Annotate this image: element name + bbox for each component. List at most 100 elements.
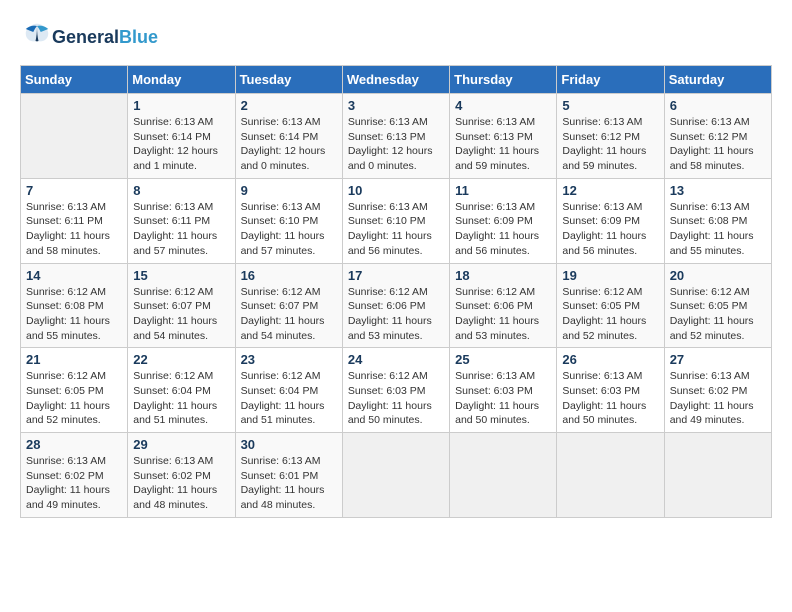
day-info: Sunrise: 6:13 AMSunset: 6:14 PMDaylight:… xyxy=(241,115,337,174)
day-info: Sunrise: 6:13 AMSunset: 6:01 PMDaylight:… xyxy=(241,454,337,513)
day-number: 1 xyxy=(133,98,229,113)
calendar-day-cell: 21Sunrise: 6:12 AMSunset: 6:05 PMDayligh… xyxy=(21,348,128,433)
day-number: 5 xyxy=(562,98,658,113)
calendar-day-cell: 12 Sunrise: 6:13 AMSunset: 6:09 PMDayligh… xyxy=(557,178,664,263)
day-number: 3 xyxy=(348,98,444,113)
calendar-table: SundayMondayTuesdayWednesdayThursdayFrid… xyxy=(20,65,772,518)
calendar-day-cell xyxy=(557,433,664,518)
day-of-week-header: Saturday xyxy=(664,66,771,94)
calendar-day-cell: 6 Sunrise: 6:13 AMSunset: 6:12 PMDaylight… xyxy=(664,94,771,179)
calendar-day-cell: 7 Sunrise: 6:13 AMSunset: 6:11 PMDaylight… xyxy=(21,178,128,263)
day-number: 9 xyxy=(241,183,337,198)
day-of-week-header: Monday xyxy=(128,66,235,94)
day-info: Sunrise: 6:13 AMSunset: 6:11 PMDaylight:… xyxy=(133,200,229,259)
day-number: 19 xyxy=(562,268,658,283)
day-of-week-header: Tuesday xyxy=(235,66,342,94)
calendar-day-cell: 22Sunrise: 6:12 AMSunset: 6:04 PMDayligh… xyxy=(128,348,235,433)
day-number: 16 xyxy=(241,268,337,283)
day-number: 10 xyxy=(348,183,444,198)
day-number: 29 xyxy=(133,437,229,452)
day-info: Sunrise: 6:13 AMSunset: 6:12 PMDaylight:… xyxy=(562,115,658,174)
calendar-week-row: 28 Sunrise: 6:13 AMSunset: 6:02 PMDayligh… xyxy=(21,433,772,518)
day-info: Sunrise: 6:13 AMSunset: 6:14 PMDaylight:… xyxy=(133,115,229,174)
day-info: Sunrise: 6:13 AMSunset: 6:02 PMDaylight:… xyxy=(670,369,766,428)
logo: GeneralBlue xyxy=(20,20,158,55)
day-info: Sunrise: 6:12 AMSunset: 6:05 PMDaylight:… xyxy=(26,369,122,428)
day-info: Sunrise: 6:13 AMSunset: 6:13 PMDaylight:… xyxy=(455,115,551,174)
day-number: 12 xyxy=(562,183,658,198)
day-number: 24 xyxy=(348,352,444,367)
calendar-day-cell: 10 Sunrise: 6:13 AMSunset: 6:10 PMDayligh… xyxy=(342,178,449,263)
day-number: 30 xyxy=(241,437,337,452)
calendar-day-cell: 28Sunrise: 6:13 AMSunset: 6:02 PMDayligh… xyxy=(21,433,128,518)
calendar-day-cell: 26Sunrise: 6:13 AMSunset: 6:03 PMDayligh… xyxy=(557,348,664,433)
calendar-day-cell: 20 Sunrise: 6:12 AMSunset: 6:05 PMDayligh… xyxy=(664,263,771,348)
day-info: Sunrise: 6:13 AMSunset: 6:09 PMDaylight:… xyxy=(455,200,551,259)
calendar-day-cell: 24 Sunrise: 6:12 AMSunset: 6:03 PMDayligh… xyxy=(342,348,449,433)
calendar-day-cell: 17 Sunrise: 6:12 AMSunset: 6:06 PMDayligh… xyxy=(342,263,449,348)
calendar-day-cell: 3 Sunrise: 6:13 AMSunset: 6:13 PMDaylight… xyxy=(342,94,449,179)
calendar-day-cell: 19 Sunrise: 6:12 AMSunset: 6:05 PMDayligh… xyxy=(557,263,664,348)
day-number: 17 xyxy=(348,268,444,283)
day-number: 14 xyxy=(26,268,122,283)
day-info: Sunrise: 6:13 AMSunset: 6:10 PMDaylight:… xyxy=(241,200,337,259)
day-number: 8 xyxy=(133,183,229,198)
calendar-day-cell: 2 Sunrise: 6:13 AMSunset: 6:14 PMDaylight… xyxy=(235,94,342,179)
day-number: 6 xyxy=(670,98,766,113)
day-number: 7 xyxy=(26,183,122,198)
calendar-day-cell: 30 Sunrise: 6:13 AMSunset: 6:01 PMDayligh… xyxy=(235,433,342,518)
calendar-week-row: 21Sunrise: 6:12 AMSunset: 6:05 PMDayligh… xyxy=(21,348,772,433)
day-of-week-header: Thursday xyxy=(450,66,557,94)
day-info: Sunrise: 6:12 AMSunset: 6:08 PMDaylight:… xyxy=(26,285,122,344)
day-of-week-header: Sunday xyxy=(21,66,128,94)
calendar-day-cell: 11 Sunrise: 6:13 AMSunset: 6:09 PMDayligh… xyxy=(450,178,557,263)
calendar-day-cell xyxy=(21,94,128,179)
calendar-day-cell: 4 Sunrise: 6:13 AMSunset: 6:13 PMDaylight… xyxy=(450,94,557,179)
calendar-day-cell: 9 Sunrise: 6:13 AMSunset: 6:10 PMDaylight… xyxy=(235,178,342,263)
day-info: Sunrise: 6:13 AMSunset: 6:09 PMDaylight:… xyxy=(562,200,658,259)
day-number: 4 xyxy=(455,98,551,113)
days-header-row: SundayMondayTuesdayWednesdayThursdayFrid… xyxy=(21,66,772,94)
day-number: 28 xyxy=(26,437,122,452)
calendar-week-row: 7 Sunrise: 6:13 AMSunset: 6:11 PMDaylight… xyxy=(21,178,772,263)
day-info: Sunrise: 6:13 AMSunset: 6:12 PMDaylight:… xyxy=(670,115,766,174)
calendar-day-cell: 29 Sunrise: 6:13 AMSunset: 6:02 PMDayligh… xyxy=(128,433,235,518)
day-info: Sunrise: 6:12 AMSunset: 6:03 PMDaylight:… xyxy=(348,369,444,428)
day-number: 13 xyxy=(670,183,766,198)
day-info: Sunrise: 6:12 AMSunset: 6:04 PMDaylight:… xyxy=(241,369,337,428)
day-number: 2 xyxy=(241,98,337,113)
day-number: 25 xyxy=(455,352,551,367)
day-number: 27 xyxy=(670,352,766,367)
day-info: Sunrise: 6:13 AMSunset: 6:11 PMDaylight:… xyxy=(26,200,122,259)
calendar-day-cell: 27 Sunrise: 6:13 AMSunset: 6:02 PMDayligh… xyxy=(664,348,771,433)
day-of-week-header: Wednesday xyxy=(342,66,449,94)
day-info: Sunrise: 6:13 AMSunset: 6:08 PMDaylight:… xyxy=(670,200,766,259)
logo-bird-icon xyxy=(22,20,52,50)
day-info: Sunrise: 6:13 AMSunset: 6:13 PMDaylight:… xyxy=(348,115,444,174)
day-number: 22 xyxy=(133,352,229,367)
calendar-day-cell: 13 Sunrise: 6:13 AMSunset: 6:08 PMDayligh… xyxy=(664,178,771,263)
day-info: Sunrise: 6:12 AMSunset: 6:05 PMDaylight:… xyxy=(562,285,658,344)
day-info: Sunrise: 6:12 AMSunset: 6:06 PMDaylight:… xyxy=(348,285,444,344)
calendar-day-cell xyxy=(342,433,449,518)
day-info: Sunrise: 6:12 AMSunset: 6:05 PMDaylight:… xyxy=(670,285,766,344)
calendar-day-cell xyxy=(664,433,771,518)
calendar-day-cell: 8 Sunrise: 6:13 AMSunset: 6:11 PMDaylight… xyxy=(128,178,235,263)
calendar-week-row: 14 Sunrise: 6:12 AMSunset: 6:08 PMDayligh… xyxy=(21,263,772,348)
day-info: Sunrise: 6:12 AMSunset: 6:07 PMDaylight:… xyxy=(133,285,229,344)
calendar-day-cell: 1 Sunrise: 6:13 AMSunset: 6:14 PMDaylight… xyxy=(128,94,235,179)
calendar-day-cell: 25Sunrise: 6:13 AMSunset: 6:03 PMDayligh… xyxy=(450,348,557,433)
logo-text: GeneralBlue xyxy=(52,27,158,49)
calendar-day-cell: 14 Sunrise: 6:12 AMSunset: 6:08 PMDayligh… xyxy=(21,263,128,348)
calendar-day-cell: 16 Sunrise: 6:12 AMSunset: 6:07 PMDayligh… xyxy=(235,263,342,348)
day-number: 11 xyxy=(455,183,551,198)
calendar-day-cell xyxy=(450,433,557,518)
day-number: 20 xyxy=(670,268,766,283)
day-info: Sunrise: 6:13 AMSunset: 6:02 PMDaylight:… xyxy=(133,454,229,513)
calendar-day-cell: 5 Sunrise: 6:13 AMSunset: 6:12 PMDaylight… xyxy=(557,94,664,179)
calendar-day-cell: 23Sunrise: 6:12 AMSunset: 6:04 PMDayligh… xyxy=(235,348,342,433)
day-info: Sunrise: 6:13 AMSunset: 6:03 PMDaylight:… xyxy=(562,369,658,428)
day-info: Sunrise: 6:13 AMSunset: 6:10 PMDaylight:… xyxy=(348,200,444,259)
day-info: Sunrise: 6:12 AMSunset: 6:07 PMDaylight:… xyxy=(241,285,337,344)
calendar-day-cell: 18Sunrise: 6:12 AMSunset: 6:06 PMDayligh… xyxy=(450,263,557,348)
